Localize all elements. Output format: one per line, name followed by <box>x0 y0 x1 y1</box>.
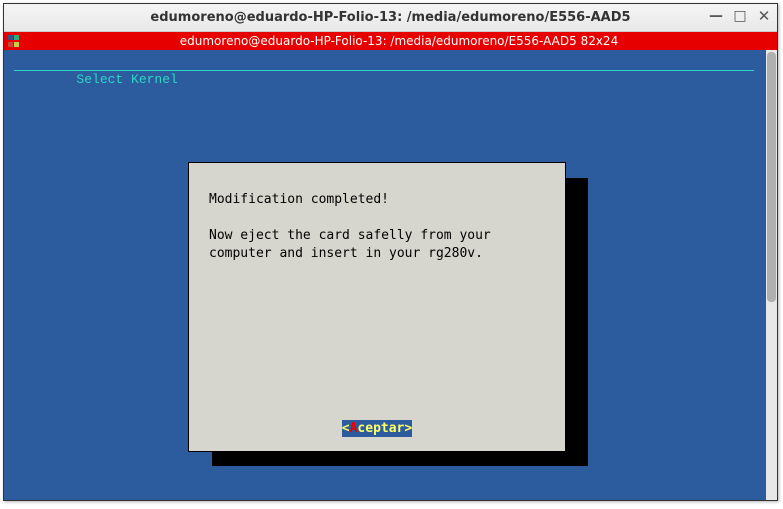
window-controls: — □ ✕ <box>707 7 773 25</box>
dialog-button-row: <Aceptar> <box>189 420 565 437</box>
terminal-tab-icon[interactable] <box>7 34 21 48</box>
terminal-area: Select Kernel Modification completed! No… <box>4 50 777 500</box>
ncurses-frame: Select Kernel <box>14 54 754 122</box>
button-label: ceptar <box>357 421 404 436</box>
terminal-content[interactable]: Select Kernel Modification completed! No… <box>4 50 766 500</box>
window-titlebar[interactable]: edumoreno@eduardo-HP-Folio-13: /media/ed… <box>4 4 777 32</box>
minimize-button[interactable]: — <box>707 7 725 25</box>
dialog-line: Now eject the card safelly from your <box>209 228 491 243</box>
frame-border-top <box>14 70 754 71</box>
close-button[interactable]: ✕ <box>755 7 773 25</box>
tab-bar: edumoreno@eduardo-HP-Folio-13: /media/ed… <box>4 32 777 50</box>
dialog-line: Modification completed! <box>209 192 389 207</box>
window-title: edumoreno@eduardo-HP-Folio-13: /media/ed… <box>150 10 630 25</box>
scrollbar[interactable] <box>766 50 777 500</box>
accept-button[interactable]: <Aceptar> <box>342 420 412 437</box>
terminal-window: edumoreno@eduardo-HP-Folio-13: /media/ed… <box>3 3 778 501</box>
dialog-line: computer and insert in your rg280v. <box>209 246 483 261</box>
frame-title: Select Kernel <box>76 72 177 87</box>
scrollbar-thumb[interactable] <box>767 52 776 302</box>
maximize-button[interactable]: □ <box>731 7 749 25</box>
tab-label[interactable]: edumoreno@eduardo-HP-Folio-13: /media/ed… <box>21 34 777 48</box>
message-dialog: Modification completed! Now eject the ca… <box>188 162 566 452</box>
dialog-message: Modification completed! Now eject the ca… <box>209 191 549 263</box>
